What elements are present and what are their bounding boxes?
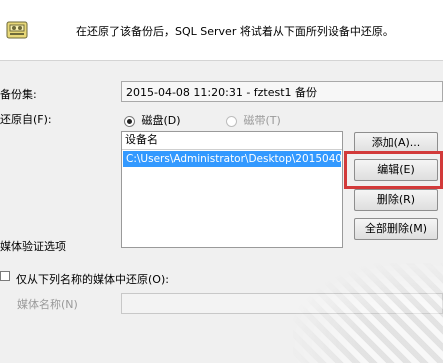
device-listbox[interactable]: 设备名 C:\Users\Administrator\Desktop\20150… [121, 131, 343, 248]
media-name-checkbox-label: 仅从下列名称的媒体中还原(O): [16, 273, 169, 286]
remove-button[interactable]: 删除(R) [354, 189, 438, 211]
radio-tape-option: 磁带(T) [226, 112, 281, 128]
backup-set-label: 备份集: [0, 88, 37, 101]
device-list-header: 设备名 [122, 132, 342, 150]
dialog-header: 在还原了该备份后，SQL Server 将试着从下面所列设备中还原。 [0, 0, 443, 61]
radio-disk-option[interactable]: 磁盘(D) [124, 112, 181, 128]
radio-tape-label: 磁带(T) [243, 114, 281, 127]
restore-from-label: 还原自(F): [0, 113, 52, 126]
media-name-label: 媒体名称(N) [17, 298, 78, 311]
device-list-row[interactable]: C:\Users\Administrator\Desktop\2015040..… [123, 151, 341, 167]
add-button[interactable]: 添加(A)... [354, 132, 438, 154]
backup-set-field[interactable]: 2015-04-08 11:20:31 - fztest1 备份 [121, 81, 443, 102]
edit-button[interactable]: 编辑(E) [354, 159, 438, 181]
media-verify-section-title: 媒体验证选项 [0, 240, 66, 253]
remove-all-button[interactable]: 全部删除(M) [354, 218, 438, 240]
media-name-field [121, 293, 443, 314]
radio-tape-button [226, 115, 237, 127]
tape-drive-icon [6, 21, 28, 39]
header-message: 在还原了该备份后，SQL Server 将试着从下面所列设备中还原。 [76, 25, 394, 38]
radio-disk-label: 磁盘(D) [141, 114, 181, 127]
radio-disk-button[interactable] [124, 115, 135, 127]
media-name-checkbox[interactable] [0, 271, 10, 281]
